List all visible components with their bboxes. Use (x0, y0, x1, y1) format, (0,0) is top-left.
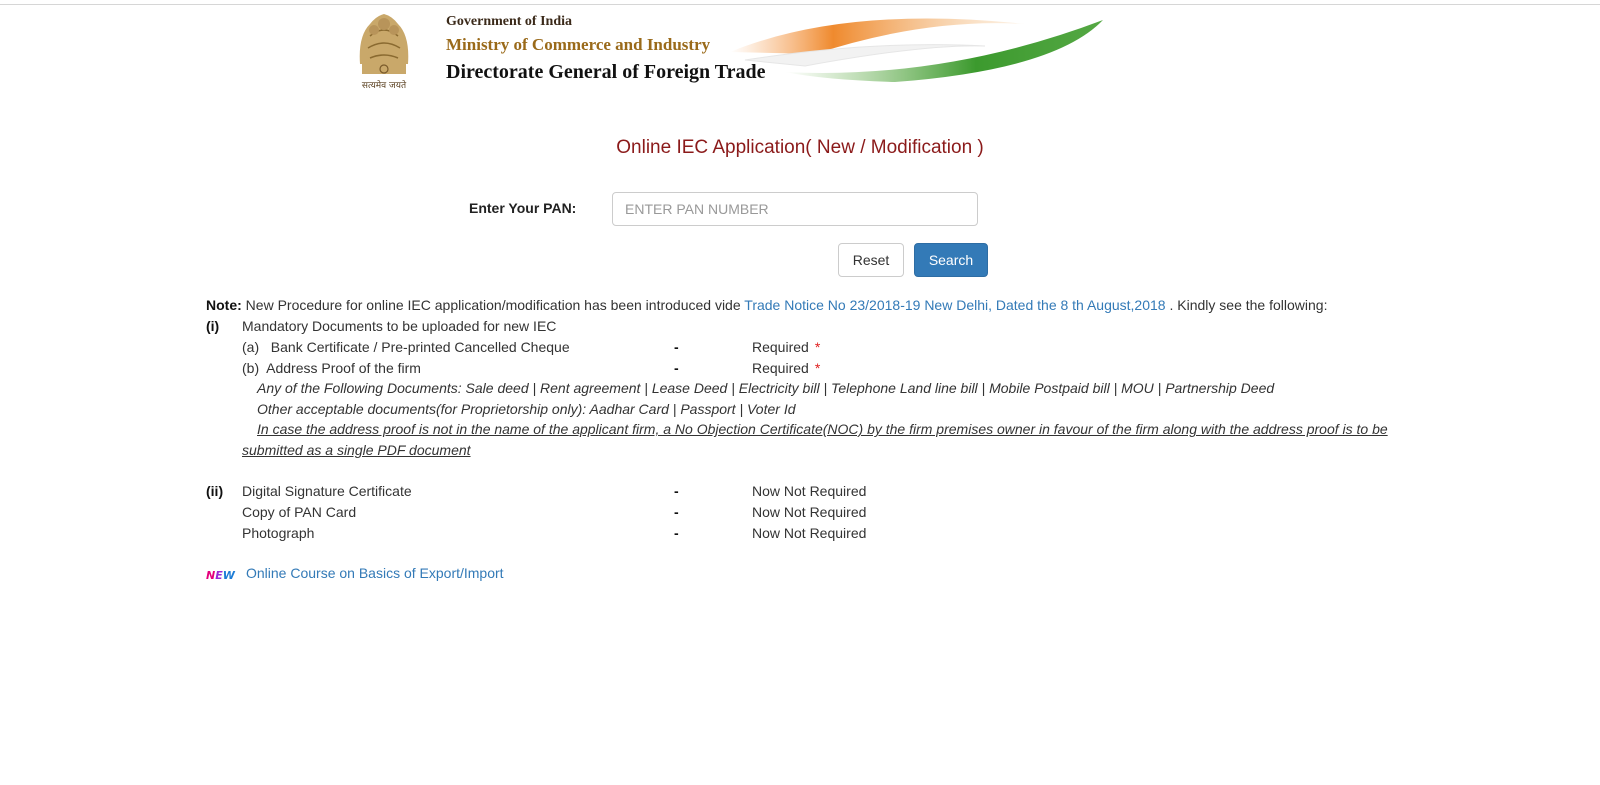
new-badge-icon: NEW (206, 569, 235, 582)
trade-notice-link[interactable]: Trade Notice No 23/2018-19 New Delhi, Da… (744, 297, 1165, 313)
header-text: Government of India Ministry of Commerce… (446, 12, 766, 86)
document-row-bank-certificate: (a) Bank Certificate / Pre-printed Cance… (206, 337, 906, 357)
acceptable-documents: Any of the Following Documents: Sale dee… (257, 380, 1275, 396)
note-text-after: . Kindly see the following: (1169, 297, 1328, 313)
note-text: New Procedure for online IEC application… (245, 297, 741, 313)
note-paragraph: Note: New Procedure for online IEC appli… (206, 295, 1406, 316)
site-header: सत्यमेव जयते Government of India Ministr… (340, 4, 1110, 92)
document-status: Now Not Required (752, 483, 867, 499)
separator-dash: - (674, 483, 679, 499)
reset-button[interactable]: Reset (838, 243, 904, 277)
emblem-motto: सत्यमेव जयते (362, 79, 407, 91)
badge-letter: W (222, 569, 235, 582)
noc-note: In case the address proof is not in the … (242, 419, 1402, 461)
separator-dash: - (674, 504, 679, 520)
online-course-link[interactable]: Online Course on Basics of Export/Import (246, 565, 504, 581)
status-text: Required (752, 339, 809, 355)
note-label: Note: (206, 297, 242, 313)
separator-dash: - (674, 360, 679, 376)
document-status: Required * (752, 358, 820, 378)
pan-input[interactable] (612, 192, 978, 226)
document-label: (a) Bank Certificate / Pre-printed Cance… (242, 339, 570, 355)
document-label: Digital Signature Certificate (242, 483, 412, 499)
required-star: * (814, 360, 821, 376)
header-ministry: Ministry of Commerce and Industry (446, 35, 711, 54)
header-directorate: Directorate General of Foreign Trade (446, 61, 766, 83)
tricolor-swoosh-icon (730, 18, 1103, 82)
pan-label: Enter Your PAN: (469, 200, 577, 216)
separator-dash: - (674, 339, 679, 355)
other-acceptable-documents: Other acceptable documents(for Proprieto… (257, 401, 796, 417)
document-row-address-proof: (b) Address Proof of the firm - Required… (206, 358, 906, 378)
badge-letter: N (206, 569, 216, 582)
header-government: Government of India (446, 14, 572, 29)
section-i-heading: Mandatory Documents to be uploaded for n… (242, 318, 557, 334)
document-label: Photograph (242, 525, 315, 541)
section-ii-marker: (ii) (206, 483, 224, 499)
search-button[interactable]: Search (914, 243, 988, 277)
page-title: Online IEC Application( New / Modificati… (616, 137, 984, 158)
document-row-photograph: Photograph - Now Not Required (206, 523, 906, 543)
document-label: (b) Address Proof of the firm (242, 360, 421, 376)
document-status: Required * (752, 337, 820, 357)
document-status: Now Not Required (752, 525, 867, 541)
national-emblem-icon: सत्यमेव जयते (359, 14, 409, 91)
required-star: * (814, 339, 821, 355)
document-row-pan-card: Copy of PAN Card - Now Not Required (206, 502, 906, 522)
document-status: Now Not Required (752, 504, 867, 520)
badge-letter: E (215, 569, 223, 582)
section-i-marker: (i) (206, 318, 220, 334)
document-label: Copy of PAN Card (242, 504, 357, 520)
document-row-digital-signature: (ii) Digital Signature Certificate - Now… (206, 481, 906, 501)
status-text: Required (752, 360, 809, 376)
noc-note-text: In case the address proof is not in the … (242, 421, 1388, 458)
separator-dash: - (674, 525, 679, 541)
